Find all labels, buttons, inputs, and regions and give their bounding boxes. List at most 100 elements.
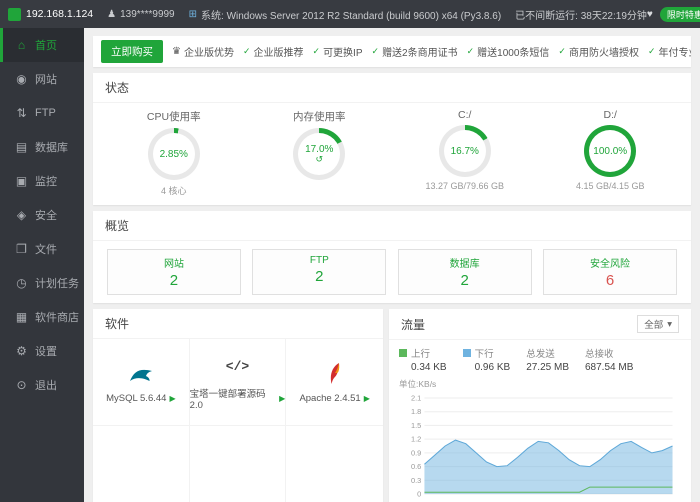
sidebar-item-cron[interactable]: ◷计划任务 (0, 266, 84, 300)
mysql-icon (128, 361, 154, 387)
promo-item: ✓年付专业版服务器 (648, 44, 691, 59)
check-icon: ✓ (313, 46, 321, 57)
svg-text:0: 0 (417, 490, 421, 499)
software-item-deploy[interactable]: </> 宝塔一键部署源码 2.0▶ (190, 339, 287, 426)
status-card-header: 状态 (93, 73, 691, 103)
stat-upstream: 上行 0.34 KB (399, 346, 447, 373)
svg-text:1.2: 1.2 (411, 435, 421, 444)
gauge-sub (247, 184, 393, 195)
software-title: 软件 (105, 315, 129, 332)
crown-icon: ♛ (172, 46, 181, 57)
traffic-stats: 上行 0.34 KB 下行 0.96 KB 总发送 27.25 MB 总接收 6… (399, 346, 681, 373)
bottom-row: 软件 MySQL 5.6.44▶ </> 宝塔一键部署源码 2.0▶ Apa (93, 309, 691, 502)
check-icon: ✓ (243, 46, 251, 57)
heart-icon: ♥ (647, 9, 653, 20)
gauge-sub: 13.27 GB/79.66 GB (392, 181, 538, 192)
disk-c-gauge-block: C:/ 16.7% 13.27 GB/79.66 GB (392, 109, 538, 197)
check-icon: ✓ (558, 46, 566, 57)
sidebar-item-appstore[interactable]: ▦软件商店 (0, 300, 84, 334)
total-received-value: 687.54 MB (585, 362, 633, 373)
sidebar-item-logout[interactable]: ⊙退出 (0, 368, 84, 402)
overview-sites[interactable]: 网站2 (107, 249, 241, 295)
cpu-gauge-block: CPU使用率 2.85% 4 核心 (101, 109, 247, 197)
overview-card-header: 概览 (93, 211, 691, 241)
gauge-sub: 4 核心 (101, 184, 247, 197)
power-icon: ⊙ (15, 378, 28, 392)
main-content: 立即购买 ♛企业版优势 ✓企业版推荐 ✓可更换IP ✓赠送2条商用证书 ✓赠送1… (84, 28, 700, 502)
disk-c-gauge[interactable]: 16.7% (439, 125, 491, 177)
promo-item-advantage: ♛企业版优势 (172, 44, 234, 59)
sidebar-item-files[interactable]: ❐文件 (0, 232, 84, 266)
cpu-gauge[interactable]: 2.85% (148, 128, 200, 180)
promo-item: ✓赠送1000条短信 (467, 44, 550, 59)
software-item-apache[interactable]: Apache 2.4.51 ▶ (286, 339, 383, 426)
gauge-sub: 4.15 GB/4.15 GB (538, 181, 684, 192)
sidebar-item-sites[interactable]: ◉网站 (0, 62, 84, 96)
interface-filter-dropdown[interactable]: 全部▾ (637, 315, 679, 333)
ftp-count: 2 (253, 268, 385, 285)
sidebar: ⌂首页 ◉网站 ⇅FTP ▤数据库 ▣监控 ◈安全 ❐文件 ◷计划任务 ▦软件商… (0, 28, 84, 502)
chevron-down-icon: ▾ (667, 319, 672, 330)
promo-item: ✓可更换IP (313, 44, 363, 59)
svg-text:1.5: 1.5 (411, 421, 421, 430)
globe-icon: ◉ (15, 72, 28, 86)
shield-icon: ◈ (15, 208, 28, 222)
upstream-value: 0.34 KB (399, 362, 447, 373)
appstore-icon: ▦ (15, 310, 28, 324)
system-text: 系统: Windows Server 2012 R2 Standard (bui… (201, 7, 501, 22)
check-icon: ✓ (372, 46, 380, 57)
disk-d-gauge-block: D:/ 100.0% 4.15 GB/4.15 GB (538, 109, 684, 197)
sidebar-item-settings[interactable]: ⚙设置 (0, 334, 84, 368)
traffic-body: 上行 0.34 KB 下行 0.96 KB 总发送 27.25 MB 总接收 6… (389, 340, 691, 502)
overview-ftp[interactable]: FTP2 (252, 249, 386, 295)
running-icon: ▶ (279, 394, 285, 403)
running-icon: ▶ (364, 394, 370, 403)
svg-text:2.1: 2.1 (411, 394, 421, 403)
software-item-mysql[interactable]: MySQL 5.6.44▶ (93, 339, 190, 426)
status-card: 状态 CPU使用率 2.85% 4 核心 内存使用率 17.0%↺ C:/ (93, 73, 691, 205)
traffic-card: 流量 全部▾ 上行 0.34 KB 下行 0.96 KB 总发送 27.25 M… (389, 309, 691, 502)
downstream-legend-swatch (463, 349, 471, 357)
sidebar-item-security[interactable]: ◈安全 (0, 198, 84, 232)
buy-now-button[interactable]: 立即购买 (101, 40, 163, 63)
disk-d-gauge[interactable]: 100.0% (584, 125, 636, 177)
release-memory-icon[interactable]: ↺ (315, 155, 323, 164)
software-card-header: 软件 (93, 309, 383, 339)
software-empty-slot (93, 426, 190, 502)
sidebar-item-ftp[interactable]: ⇅FTP (0, 96, 84, 130)
sites-count: 2 (108, 272, 240, 289)
total-sent-value: 27.25 MB (526, 362, 569, 373)
stat-total-sent: 总发送 27.25 MB (526, 346, 569, 373)
software-grid: MySQL 5.6.44▶ </> 宝塔一键部署源码 2.0▶ Apache 2… (93, 339, 383, 502)
uptime-text: 已不间断运行: 38天22:19分钟 (515, 7, 647, 22)
overview-security-risks[interactable]: 安全风险6 (543, 249, 677, 295)
code-icon: </> (226, 359, 249, 374)
status-title: 状态 (105, 79, 129, 96)
clock-icon: ◷ (15, 276, 28, 290)
account[interactable]: ♟ 139****9999 (107, 9, 174, 20)
sidebar-item-monitor[interactable]: ▣监控 (0, 164, 84, 198)
monitor-icon: ▣ (15, 174, 28, 188)
database-count: 2 (399, 272, 531, 289)
software-empty-slot (190, 426, 287, 502)
running-icon: ▶ (169, 394, 175, 403)
sidebar-item-home[interactable]: ⌂首页 (0, 28, 84, 62)
svg-text:1.8: 1.8 (411, 407, 421, 416)
memory-gauge[interactable]: 17.0%↺ (293, 128, 345, 180)
promo-item: ✓赠送2条商用证书 (372, 44, 458, 59)
overview-databases[interactable]: 数据库2 (398, 249, 532, 295)
traffic-card-header: 流量 全部▾ (389, 309, 691, 340)
traffic-chart: 00.30.60.91.21.51.82.19:23:569:24:119:24… (399, 390, 681, 502)
user-icon: ♟ (107, 9, 116, 20)
software-name: Apache 2.4.51 (299, 393, 360, 404)
database-icon: ▤ (15, 140, 28, 154)
gauge-value: 100.0% (593, 146, 627, 157)
sidebar-item-database[interactable]: ▤数据库 (0, 130, 84, 164)
gauge-value: 16.7% (451, 146, 479, 157)
svg-text:0.6: 0.6 (411, 462, 421, 471)
stat-total-received: 总接收 687.54 MB (585, 346, 633, 373)
overview-body: 网站2 FTP2 数据库2 安全风险6 (93, 241, 691, 303)
brand[interactable]: 192.168.1.124 (0, 8, 93, 21)
promo-badge[interactable]: 限时特惠 (660, 7, 700, 22)
check-icon: ✓ (467, 46, 475, 57)
